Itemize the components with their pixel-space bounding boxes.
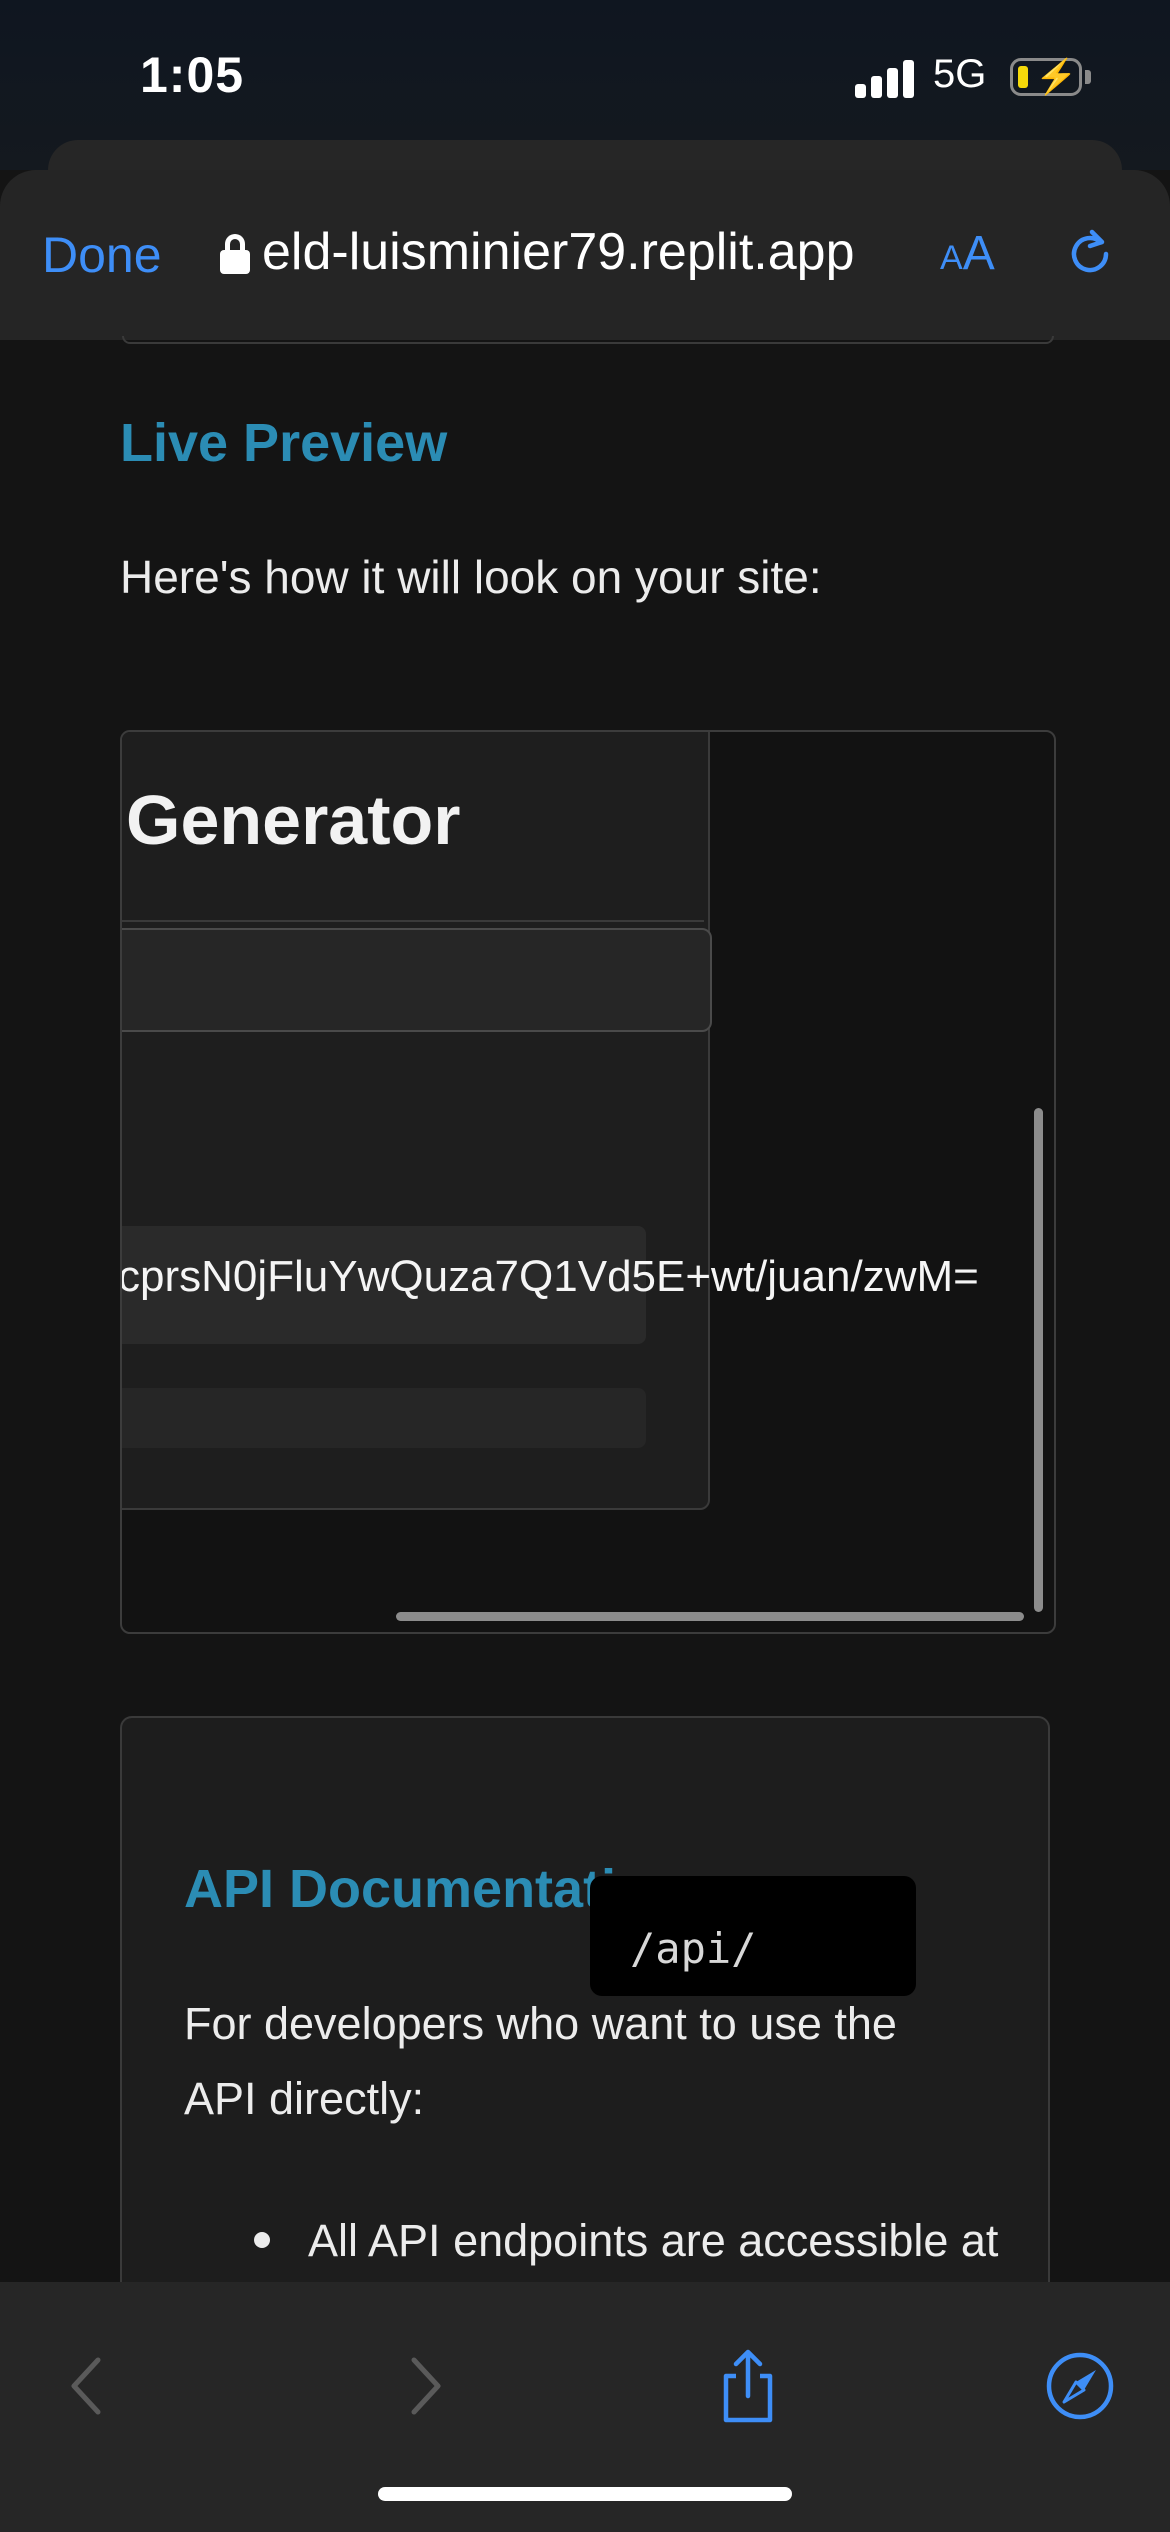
- live-preview-frame[interactable]: Generator cprsN0jFluYwQuza7Q1Vd5E+wt/jua…: [120, 730, 1056, 1634]
- forward-icon[interactable]: [384, 2346, 464, 2426]
- vertical-scrollbar[interactable]: [1034, 1108, 1043, 1612]
- horizontal-scrollbar[interactable]: [396, 1612, 1024, 1621]
- cellular-signal-icon: [855, 58, 915, 98]
- live-preview-description: Here's how it will look on your site:: [120, 551, 822, 603]
- preview-generated-code: cprsN0jFluYwQuza7Q1Vd5E+wt/juan/zwM=: [120, 1252, 979, 1301]
- api-code-chip: /api/: [590, 1876, 916, 1996]
- preview-copy-button[interactable]: [122, 1388, 646, 1448]
- text-size-button[interactable]: AA: [940, 226, 995, 281]
- reload-icon[interactable]: [1062, 226, 1118, 282]
- live-preview-heading: Live Preview: [120, 413, 448, 473]
- api-description: For developers who want to use the API d…: [184, 1998, 897, 2124]
- home-indicator[interactable]: [378, 2487, 792, 2501]
- api-documentation-card: API Documentation For developers who wan…: [120, 1716, 1050, 2316]
- status-time: 1:05: [140, 47, 245, 103]
- back-icon[interactable]: [48, 2346, 128, 2426]
- api-bullet-text: All API endpoints are accessible at: [308, 2215, 999, 2266]
- text-size-small-label: A: [940, 239, 963, 277]
- browser-address-bar: Done eld-luisminier79.replit.app AA: [0, 170, 1170, 340]
- preview-divider: [122, 920, 704, 922]
- battery-nub: [1085, 70, 1091, 84]
- url-field[interactable]: eld-luisminier79.replit.app: [262, 222, 902, 282]
- compass-icon[interactable]: [1040, 2346, 1120, 2426]
- share-icon[interactable]: [708, 2346, 788, 2426]
- preview-generator-title: Generator: [126, 781, 461, 859]
- previous-card-edge: [122, 336, 1054, 344]
- list-item: All API endpoints are accessible at: [184, 2203, 1024, 2278]
- preview-input-field[interactable]: [122, 928, 712, 1032]
- api-code-chip-text: /api/: [630, 1924, 757, 1973]
- network-type: 5G: [933, 52, 987, 96]
- lock-icon: [220, 234, 250, 274]
- text-size-big-label: A: [962, 227, 995, 280]
- done-button[interactable]: Done: [42, 226, 162, 284]
- battery-icon: ⚡: [1010, 58, 1082, 96]
- bullet-icon: [254, 2232, 270, 2249]
